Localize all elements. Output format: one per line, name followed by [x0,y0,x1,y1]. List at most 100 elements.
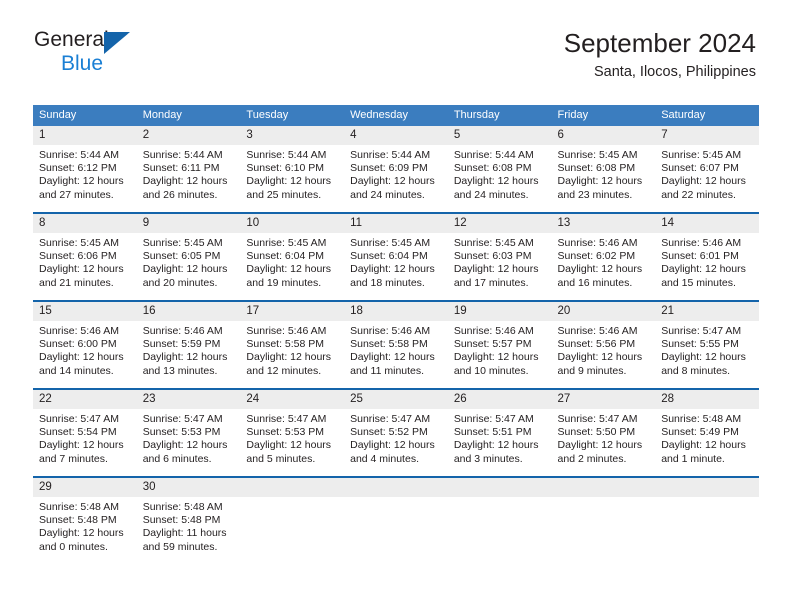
day-cell[interactable]: Sunrise: 5:45 AM Sunset: 6:08 PM Dayligh… [552,145,656,212]
daylight-text-line1: Daylight: 12 hours [142,351,228,364]
day-number[interactable]: 7 [655,126,759,145]
day-number[interactable]: 23 [137,390,241,409]
daylight-text-line2: and 19 minutes. [246,276,322,289]
day-cell[interactable]: Sunrise: 5:46 AM Sunset: 5:58 PM Dayligh… [344,321,448,388]
day-cell[interactable]: Sunrise: 5:48 AM Sunset: 5:48 PM Dayligh… [137,497,241,564]
day-number[interactable]: 3 [240,126,344,145]
day-number[interactable]: 19 [448,302,552,321]
day-cell[interactable]: Sunrise: 5:46 AM Sunset: 5:57 PM Dayligh… [448,321,552,388]
day-cell[interactable]: Sunrise: 5:45 AM Sunset: 6:06 PM Dayligh… [33,233,137,300]
day-number[interactable]: 18 [344,302,448,321]
day-cell[interactable]: Sunrise: 5:44 AM Sunset: 6:10 PM Dayligh… [240,145,344,212]
daylight-text-line2: and 3 minutes. [453,452,523,465]
day-number[interactable]: 2 [137,126,241,145]
day-number[interactable]: 8 [33,214,137,233]
day-cell[interactable]: Sunrise: 5:47 AM Sunset: 5:50 PM Dayligh… [552,409,656,476]
calendar-week-row: 22 23 24 25 26 27 28 Sunrise: 5:47 AM Su… [33,388,759,476]
week-body-strip: Sunrise: 5:44 AM Sunset: 6:12 PM Dayligh… [33,145,759,212]
day-cell[interactable]: Sunrise: 5:47 AM Sunset: 5:53 PM Dayligh… [240,409,344,476]
sunrise-text: Sunrise: 5:47 AM [661,325,742,337]
day-cell[interactable]: Sunrise: 5:47 AM Sunset: 5:51 PM Dayligh… [448,409,552,476]
weekday-header-friday: Friday [557,109,589,121]
day-cell[interactable]: Sunrise: 5:44 AM Sunset: 6:12 PM Dayligh… [33,145,137,212]
day-number[interactable]: 26 [448,390,552,409]
sunrise-text: Sunrise: 5:45 AM [453,237,534,249]
sunrise-text: Sunrise: 5:46 AM [453,325,534,337]
sunrise-text: Sunrise: 5:48 AM [142,501,223,513]
day-cell-empty [655,497,759,564]
daylight-text-line2: and 27 minutes. [39,188,114,201]
sunset-text: Sunset: 5:53 PM [246,426,325,439]
day-cell[interactable]: Sunrise: 5:46 AM Sunset: 5:59 PM Dayligh… [137,321,241,388]
brand-logo[interactable]: General Blue [34,29,164,77]
day-number[interactable]: 22 [33,390,137,409]
day-cell[interactable]: Sunrise: 5:44 AM Sunset: 6:09 PM Dayligh… [344,145,448,212]
daylight-text-line2: and 13 minutes. [142,364,218,377]
day-cell[interactable]: Sunrise: 5:45 AM Sunset: 6:07 PM Dayligh… [655,145,759,212]
daylight-text-line2: and 6 minutes. [142,452,212,465]
day-number[interactable]: 21 [655,302,759,321]
day-number[interactable]: 14 [655,214,759,233]
day-number[interactable]: 6 [552,126,656,145]
page-title: September 2024 [563,28,756,58]
day-number[interactable]: 28 [655,390,759,409]
day-cell[interactable]: Sunrise: 5:45 AM Sunset: 6:04 PM Dayligh… [344,233,448,300]
day-cell[interactable]: Sunrise: 5:46 AM Sunset: 5:56 PM Dayligh… [552,321,656,388]
sunset-text: Sunset: 6:04 PM [246,250,325,263]
day-cell[interactable]: Sunrise: 5:47 AM Sunset: 5:54 PM Dayligh… [33,409,137,476]
daylight-text-line2: and 1 minute. [661,452,725,465]
day-cell[interactable]: Sunrise: 5:45 AM Sunset: 6:03 PM Dayligh… [448,233,552,300]
day-number[interactable]: 30 [137,478,241,497]
day-cell[interactable]: Sunrise: 5:44 AM Sunset: 6:08 PM Dayligh… [448,145,552,212]
week-date-strip: 29 30 [33,478,759,497]
day-cell[interactable]: Sunrise: 5:48 AM Sunset: 5:48 PM Dayligh… [33,497,137,564]
day-number[interactable]: 17 [240,302,344,321]
sunrise-text: Sunrise: 5:45 AM [39,237,119,249]
daylight-text-line2: and 24 minutes. [350,188,425,201]
sunset-text: Sunset: 5:50 PM [557,426,636,439]
day-cell[interactable]: Sunrise: 5:45 AM Sunset: 6:04 PM Dayligh… [240,233,344,300]
calendar-week-row: 8 9 10 11 12 13 14 Sunrise: 5:45 AM Suns… [33,212,759,300]
week-date-strip: 22 23 24 25 26 27 28 [33,390,759,409]
day-number[interactable]: 15 [33,302,137,321]
day-number[interactable]: 29 [33,478,137,497]
day-number-empty [448,478,552,497]
day-number[interactable]: 16 [137,302,241,321]
sunset-text: Sunset: 6:08 PM [453,162,532,175]
daylight-text-line1: Daylight: 12 hours [142,175,228,188]
sunrise-text: Sunrise: 5:46 AM [557,237,638,249]
weekday-header-sunday: Sunday [39,109,77,121]
day-number[interactable]: 10 [240,214,344,233]
day-cell[interactable]: Sunrise: 5:46 AM Sunset: 5:58 PM Dayligh… [240,321,344,388]
day-cell[interactable]: Sunrise: 5:47 AM Sunset: 5:53 PM Dayligh… [137,409,241,476]
day-number[interactable]: 27 [552,390,656,409]
daylight-text-line2: and 20 minutes. [142,276,218,289]
day-number[interactable]: 4 [344,126,448,145]
daylight-text-line2: and 11 minutes. [350,364,425,377]
day-cell[interactable]: Sunrise: 5:46 AM Sunset: 6:01 PM Dayligh… [655,233,759,300]
day-cell[interactable]: Sunrise: 5:45 AM Sunset: 6:05 PM Dayligh… [137,233,241,300]
day-number[interactable]: 20 [552,302,656,321]
brand-logo-top: General [34,29,164,54]
day-number[interactable]: 25 [344,390,448,409]
daylight-text-line1: Daylight: 12 hours [350,351,435,364]
day-cell[interactable]: Sunrise: 5:46 AM Sunset: 6:02 PM Dayligh… [552,233,656,300]
sunset-text: Sunset: 5:57 PM [453,338,532,351]
day-number[interactable]: 12 [448,214,552,233]
day-number[interactable]: 1 [33,126,137,145]
day-number[interactable]: 11 [344,214,448,233]
day-cell[interactable]: Sunrise: 5:46 AM Sunset: 6:00 PM Dayligh… [33,321,137,388]
day-number[interactable]: 5 [448,126,552,145]
day-cell[interactable]: Sunrise: 5:47 AM Sunset: 5:52 PM Dayligh… [344,409,448,476]
day-number[interactable]: 24 [240,390,344,409]
daylight-text-line2: and 14 minutes. [39,364,114,377]
day-cell[interactable]: Sunrise: 5:48 AM Sunset: 5:49 PM Dayligh… [655,409,759,476]
day-number[interactable]: 13 [552,214,656,233]
daylight-text-line2: and 17 minutes. [453,276,529,289]
day-cell[interactable]: Sunrise: 5:44 AM Sunset: 6:11 PM Dayligh… [137,145,241,212]
daylight-text-line2: and 2 minutes. [557,452,627,465]
daylight-text-line1: Daylight: 12 hours [39,175,124,188]
day-number[interactable]: 9 [137,214,241,233]
day-cell[interactable]: Sunrise: 5:47 AM Sunset: 5:55 PM Dayligh… [655,321,759,388]
page-subtitle: Santa, Ilocos, Philippines [593,64,756,80]
